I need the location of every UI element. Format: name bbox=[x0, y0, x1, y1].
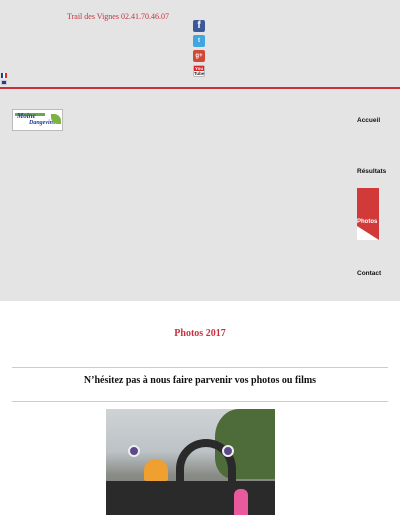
nav-item-photos[interactable]: Photos bbox=[357, 188, 379, 240]
social-links: f t g+ You Tube bbox=[193, 20, 206, 80]
youtube-icon[interactable]: You Tube bbox=[193, 65, 205, 77]
facebook-icon[interactable]: f bbox=[193, 20, 205, 32]
logo-text-line1: Moine bbox=[17, 112, 36, 120]
header-phone: Trail des Vignes 02.41.70.46.07 bbox=[67, 12, 169, 21]
main-content: Photos 2017 N’hésitez pas à nous faire p… bbox=[0, 301, 400, 515]
page-subtitle: N’hésitez pas à nous faire parvenir vos … bbox=[83, 375, 317, 386]
photo-crowd bbox=[106, 481, 275, 515]
photo-runner bbox=[234, 489, 248, 515]
nav-item-accueil[interactable]: Accueil bbox=[357, 117, 380, 124]
site-logo[interactable]: Moine Dangevins bbox=[12, 109, 63, 131]
nav-active-corner bbox=[357, 226, 379, 240]
nav-item-photos-label: Photos bbox=[357, 219, 378, 225]
google-plus-icon[interactable]: g+ bbox=[193, 50, 205, 62]
race-photo[interactable] bbox=[106, 409, 275, 515]
photo-clock-left bbox=[128, 445, 140, 457]
photo-clock-right bbox=[222, 445, 234, 457]
header-divider bbox=[0, 87, 400, 89]
page-title: Photos 2017 bbox=[174, 328, 226, 339]
nav-item-contact[interactable]: Contact bbox=[357, 270, 381, 277]
french-flag-icon[interactable] bbox=[1, 73, 7, 78]
nav-item-resultats[interactable]: Résultats bbox=[357, 168, 386, 175]
divider-bottom bbox=[12, 401, 388, 402]
photo-balloon bbox=[144, 459, 168, 481]
english-flag-icon[interactable] bbox=[1, 80, 7, 85]
twitter-icon[interactable]: t bbox=[193, 35, 205, 47]
divider-top bbox=[12, 367, 388, 368]
